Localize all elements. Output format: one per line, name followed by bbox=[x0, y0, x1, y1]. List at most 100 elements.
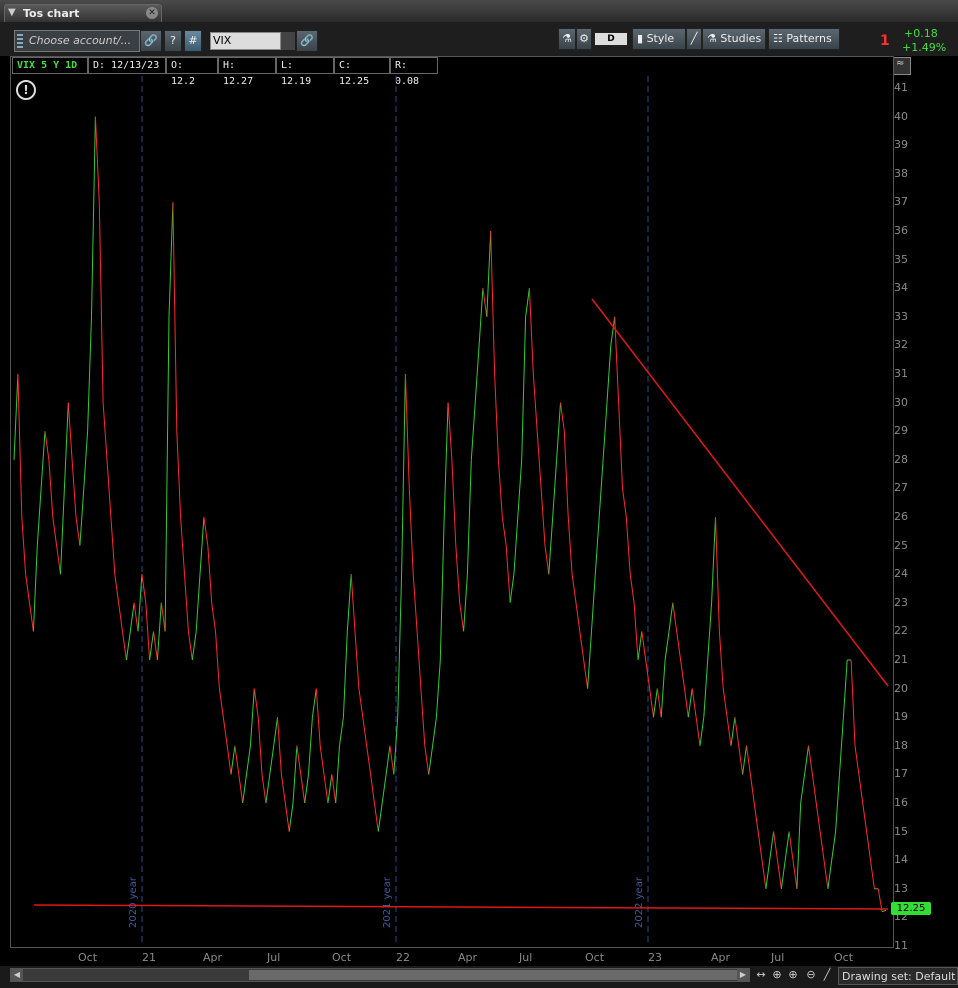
symbol-dropdown[interactable] bbox=[280, 32, 295, 50]
y-tick-label: 39 bbox=[894, 138, 908, 152]
chart-line-icon: ≈ bbox=[896, 58, 905, 69]
chart-panel[interactable] bbox=[10, 56, 894, 948]
hash-button[interactable]: # bbox=[184, 30, 202, 52]
year-label: 2020 year bbox=[128, 877, 139, 928]
y-tick-label: 22 bbox=[894, 624, 908, 638]
pl-change: +0.18 bbox=[904, 27, 938, 40]
x-tick-label: Oct bbox=[78, 951, 98, 964]
x-tick-label: Jul bbox=[519, 951, 533, 964]
style-label: Style bbox=[646, 32, 675, 45]
scroll-left-icon[interactable]: ◀ bbox=[11, 969, 23, 981]
flask-icon: ⚗ bbox=[562, 32, 572, 45]
link-button[interactable]: 🔗 bbox=[140, 30, 162, 52]
x-tick-label: 23 bbox=[648, 951, 662, 964]
studies-label: Studies bbox=[720, 32, 762, 45]
settings-button[interactable]: ⚙ bbox=[576, 28, 592, 50]
patterns-label: Patterns bbox=[786, 32, 832, 45]
y-tick-label: 25 bbox=[894, 538, 908, 552]
x-tick-label: Oct bbox=[332, 951, 352, 964]
y-tick-label: 38 bbox=[894, 166, 908, 180]
y-tick-label: 13 bbox=[894, 881, 908, 895]
zoom-out-icon[interactable]: ⊖ bbox=[804, 968, 818, 982]
link-icon: 🔗 bbox=[144, 34, 158, 47]
year-label: 2022 year bbox=[634, 877, 645, 928]
y-tick-label: 28 bbox=[894, 452, 908, 466]
x-tick-label: Apr bbox=[458, 951, 478, 964]
alert-icon[interactable]: ! bbox=[16, 80, 36, 100]
x-tick-label: Oct bbox=[585, 951, 605, 964]
drawing-set-label: Drawing set: Default bbox=[842, 970, 956, 983]
account-selector[interactable]: Choose account/... bbox=[14, 30, 140, 52]
candles-icon: ▮ bbox=[637, 32, 644, 45]
y-tick-label: 31 bbox=[894, 367, 908, 380]
help-label: ? bbox=[170, 34, 176, 47]
horizontal-scrollbar[interactable]: ◀ ▶ bbox=[10, 968, 750, 982]
y-tick-label: 21 bbox=[894, 653, 908, 666]
y-tick-label: 20 bbox=[894, 681, 908, 695]
y-tick-label: 27 bbox=[894, 481, 908, 495]
y-tick-label: 15 bbox=[894, 824, 908, 838]
y-tick-label: 11 bbox=[894, 939, 908, 952]
patterns-button[interactable]: ☷ Patterns bbox=[768, 28, 840, 50]
y-tick-label: 16 bbox=[894, 796, 908, 809]
period-label: D bbox=[607, 34, 615, 44]
y-tick-label: 18 bbox=[894, 738, 908, 752]
y-tick-label: 26 bbox=[894, 510, 908, 523]
symbol-value: VIX bbox=[213, 34, 232, 47]
style-button[interactable]: ▮ Style bbox=[632, 28, 686, 50]
y-tick-label: 19 bbox=[894, 710, 908, 724]
y-tick-label: 24 bbox=[894, 567, 908, 581]
y-tick-label: 17 bbox=[894, 767, 908, 781]
chevron-down-icon[interactable]: ▼ bbox=[8, 7, 16, 18]
x-tick-label: 21 bbox=[142, 951, 156, 964]
pan-icon[interactable]: ↔ bbox=[754, 968, 768, 982]
account-placeholder: Choose account/... bbox=[29, 34, 132, 47]
y-tick-label: 35 bbox=[894, 252, 908, 266]
scroll-right-icon[interactable]: ▶ bbox=[737, 969, 749, 981]
last-price-tag: 12.25 bbox=[891, 902, 931, 915]
y-tick-label: 36 bbox=[894, 224, 908, 237]
x-tick-label: Apr bbox=[203, 951, 223, 964]
flask-button[interactable]: ⚗ bbox=[558, 28, 576, 50]
pencil-icon: ╱ bbox=[690, 32, 698, 45]
patterns-icon: ☷ bbox=[773, 32, 783, 45]
zoom-in-icon[interactable]: ⊕ bbox=[786, 968, 800, 982]
y-tick-label: 40 bbox=[894, 109, 908, 123]
window-titlebar: ▼ Tos chart ✕ bbox=[0, 0, 958, 23]
y-tick-label: 37 bbox=[894, 195, 908, 209]
year-label: 2021 year bbox=[382, 877, 393, 928]
y-tick-label: 23 bbox=[894, 595, 908, 609]
studies-button[interactable]: ⚗ Studies bbox=[702, 28, 766, 50]
hash-label: # bbox=[188, 34, 198, 47]
flask-icon: ⚗ bbox=[707, 32, 717, 45]
y-tick-label: 41 bbox=[894, 81, 908, 94]
close-icon[interactable]: ✕ bbox=[146, 7, 158, 19]
drawing-button[interactable]: ╱ bbox=[686, 28, 702, 50]
y-tick-label: 29 bbox=[894, 424, 908, 438]
symbol-link-button[interactable]: 🔗 bbox=[296, 30, 318, 52]
drawing-set-selector[interactable]: Drawing set: Default bbox=[838, 967, 958, 985]
x-tick-label: Apr bbox=[711, 951, 731, 964]
period-selector[interactable]: D bbox=[594, 32, 628, 46]
x-tick-label: Jul bbox=[771, 951, 785, 964]
x-tick-label: 22 bbox=[396, 951, 410, 964]
x-tick-label: Jul bbox=[267, 951, 281, 964]
y-tick-label: 14 bbox=[894, 853, 908, 867]
y-tick-label: 33 bbox=[894, 309, 908, 323]
pl-percent: +1.49% bbox=[902, 41, 947, 54]
chart-mode-button[interactable]: ≈ bbox=[893, 57, 911, 75]
x-tick-label: Oct bbox=[834, 951, 854, 964]
scroll-thumb[interactable] bbox=[249, 970, 747, 980]
link-icon: 🔗 bbox=[300, 34, 314, 47]
crosshair-icon[interactable]: ⊕ bbox=[770, 968, 784, 982]
drawing-tool-icon[interactable]: ╱ bbox=[820, 968, 834, 982]
window-tab[interactable]: ▼ Tos chart ✕ bbox=[4, 4, 162, 22]
gear-icon: ⚙ bbox=[579, 32, 589, 45]
help-button[interactable]: ? bbox=[164, 30, 182, 52]
window-title: Tos chart bbox=[23, 7, 80, 20]
grip-icon bbox=[17, 34, 23, 48]
y-tick-label: 32 bbox=[894, 338, 908, 352]
y-tick-label: 30 bbox=[894, 395, 908, 409]
y-tick-label: 34 bbox=[894, 281, 908, 295]
pl-count: 1 bbox=[880, 33, 890, 49]
